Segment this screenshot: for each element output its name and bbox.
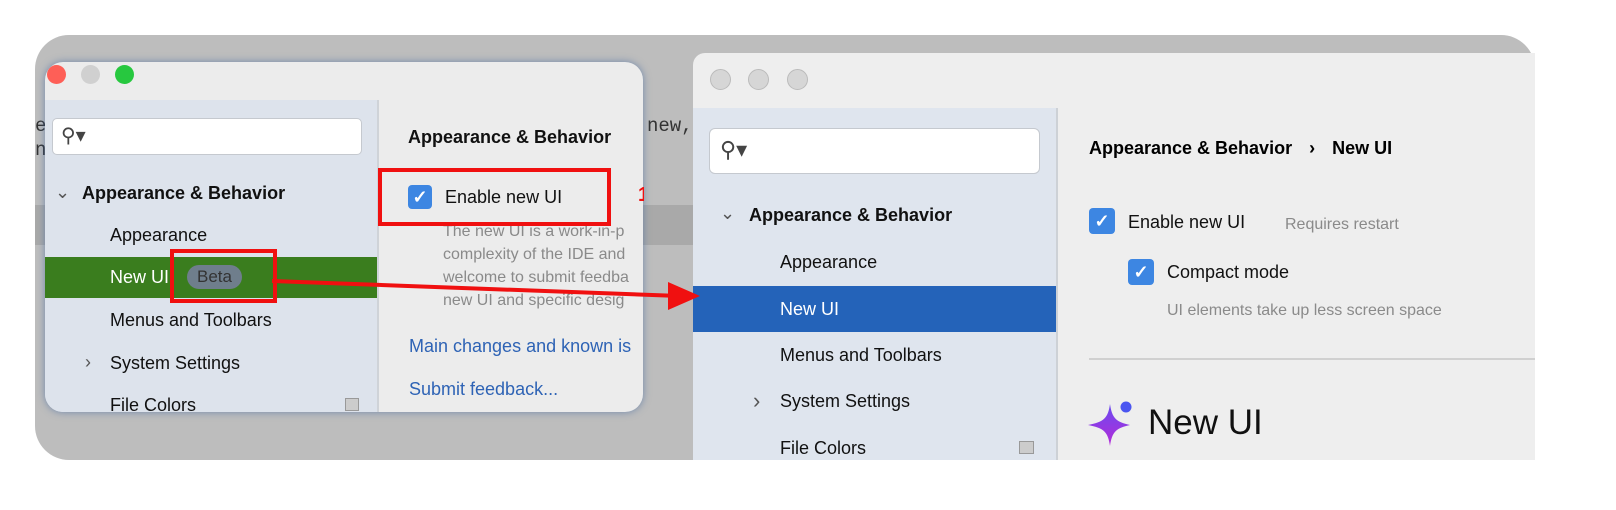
- annotation-arrow: [271, 279, 700, 310]
